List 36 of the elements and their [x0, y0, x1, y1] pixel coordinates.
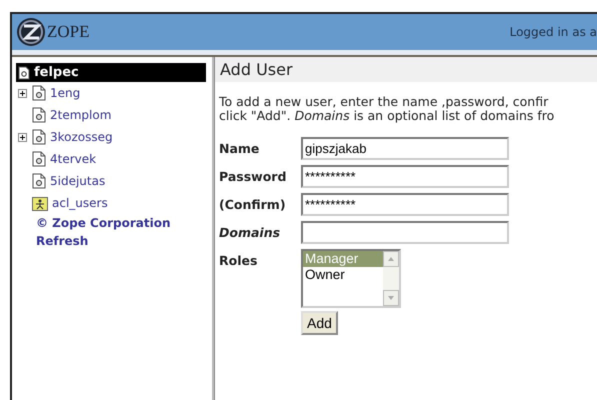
tree-item[interactable]: 5idejutas	[50, 174, 106, 188]
field-label: Password	[219, 169, 286, 184]
field-label: Domains	[219, 225, 280, 240]
tree-item[interactable]: acl_users	[52, 196, 108, 210]
input-field[interactable]: **********	[301, 165, 509, 188]
user-folder-icon	[32, 196, 48, 210]
document-icon	[32, 129, 46, 145]
document-icon	[32, 151, 46, 167]
instruction-text: To add a new user, enter the name ,password, confir	[219, 95, 550, 109]
page-title: Add User	[220, 60, 293, 79]
document-icon	[32, 173, 46, 189]
list-option[interactable]: Owner	[303, 267, 383, 283]
login-status: Logged in as a	[510, 25, 597, 39]
field-label: Name	[219, 141, 260, 156]
document-icon	[32, 85, 46, 101]
field-label: Roles	[219, 252, 258, 268]
input-field[interactable]: gipszjakab	[301, 137, 509, 160]
roles-listbox[interactable]: Manager Owner	[301, 249, 401, 308]
add-button[interactable]: Add	[301, 311, 338, 335]
nav-link[interactable]: Refresh	[36, 232, 88, 250]
tree-item[interactable]: 4tervek	[50, 152, 96, 166]
document-icon	[32, 107, 46, 123]
expand-icon[interactable]	[18, 132, 26, 142]
logo-text: ZOPE	[47, 22, 90, 42]
tree-item[interactable]: 3kozosseg	[50, 130, 113, 144]
input-field[interactable]	[301, 221, 509, 244]
tree-root[interactable]: felpec	[16, 63, 206, 82]
field-label: (Confirm)	[219, 197, 286, 212]
logo-icon	[16, 17, 46, 47]
expand-icon[interactable]	[18, 88, 26, 98]
input-field[interactable]: **********	[301, 193, 509, 216]
nav-link[interactable]: © Zope Corporation	[36, 214, 170, 232]
instruction-text: click "Add". Domains is an optional list of domains fro	[219, 109, 556, 123]
tree-item[interactable]: 2templom	[50, 108, 112, 122]
tree-item[interactable]: 1eng	[50, 86, 80, 100]
document-icon	[18, 66, 30, 80]
